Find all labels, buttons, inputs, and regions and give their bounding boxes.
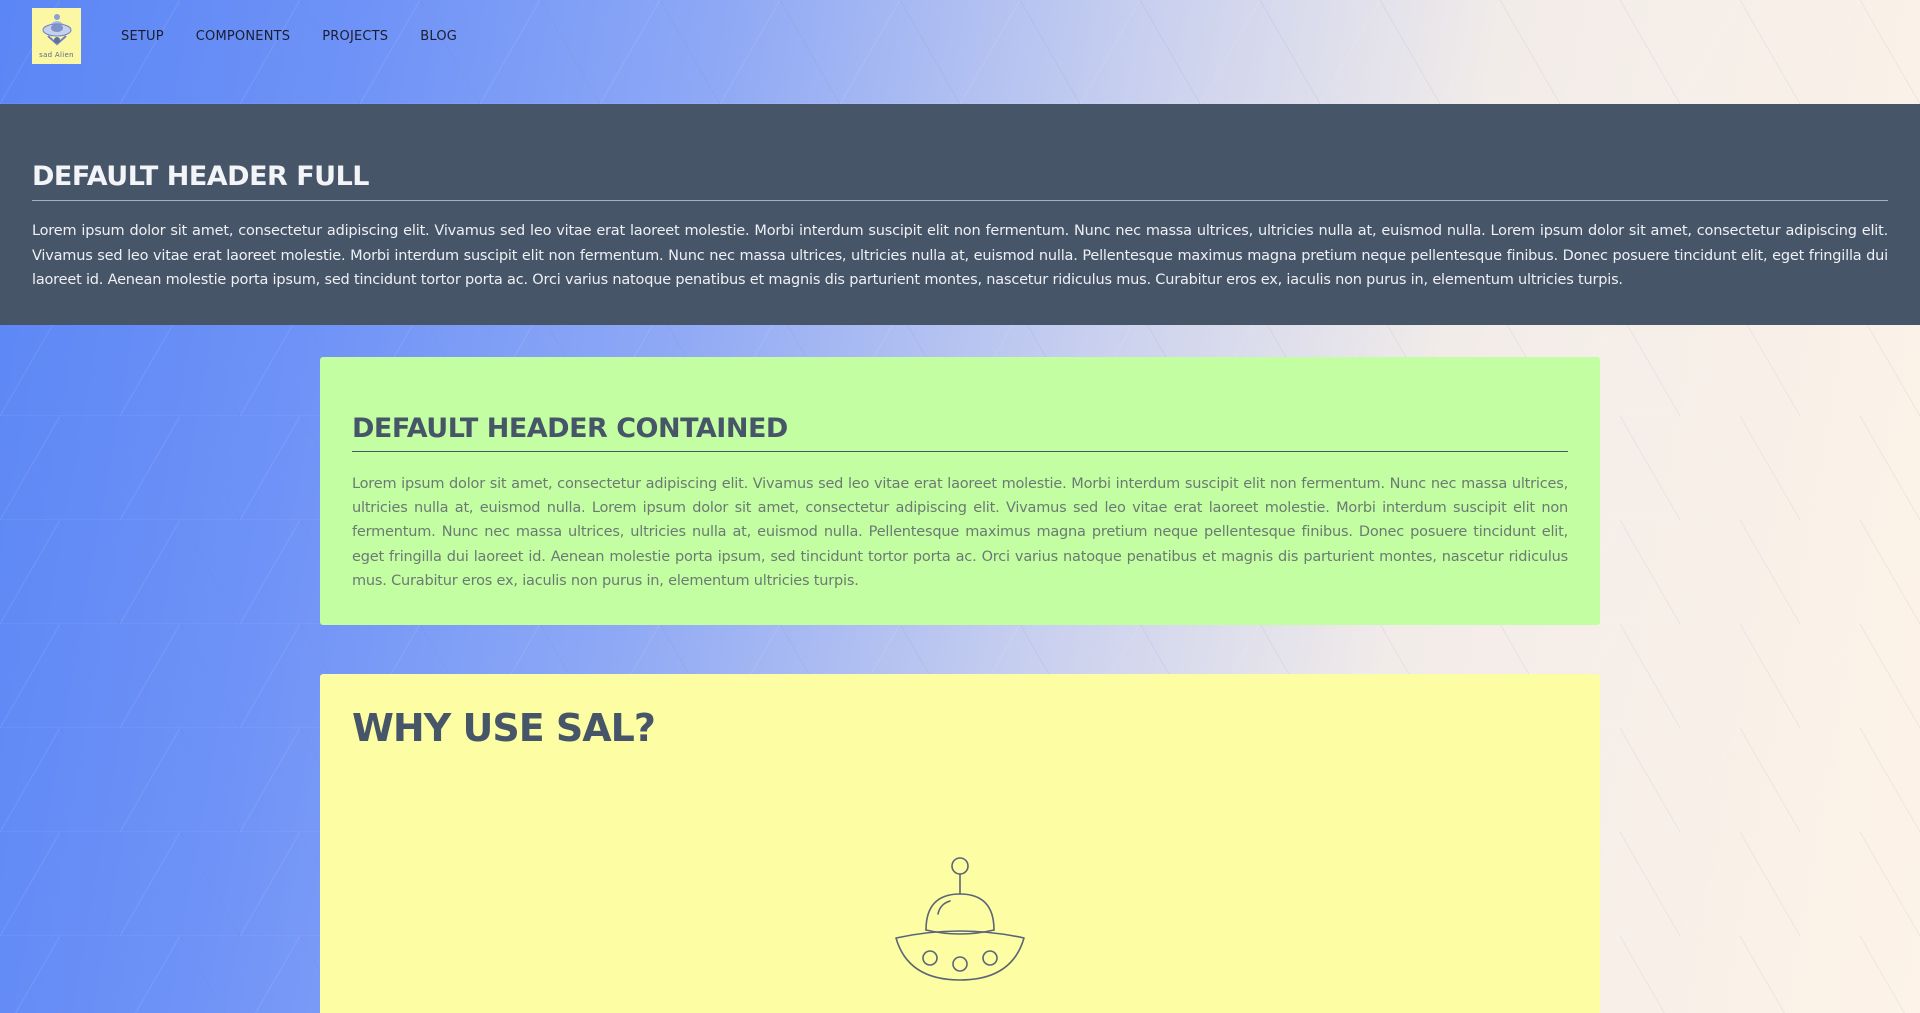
why-use-sal-card: WHY USE SAL?: [320, 674, 1600, 1013]
alien-logo-icon: [42, 14, 71, 46]
full-header-divider: [32, 200, 1888, 201]
logo[interactable]: sad Alien: [32, 8, 81, 64]
ufo-icon: [895, 857, 1025, 981]
default-header-full-section: DEFAULT HEADER FULL Lorem ipsum dolor si…: [0, 104, 1920, 325]
nav-links: SETUP COMPONENTS PROJECTS BLOG: [121, 28, 489, 46]
full-header-body: Lorem ipsum dolor sit amet, consectetur …: [32, 223, 1888, 288]
nav-link-blog[interactable]: BLOG: [420, 28, 457, 46]
why-title: WHY USE SAL?: [352, 706, 656, 750]
nav-link-components[interactable]: COMPONENTS: [196, 28, 290, 46]
default-header-contained-card: DEFAULT HEADER CONTAINED Lorem ipsum dol…: [320, 357, 1600, 625]
contained-header-title: DEFAULT HEADER CONTAINED: [352, 413, 788, 444]
full-header-title: DEFAULT HEADER FULL: [32, 161, 370, 192]
top-nav: sad Alien SETUP COMPONENTS PROJECTS BLOG: [0, 0, 1920, 104]
contained-header-divider: [352, 451, 1568, 452]
nav-link-projects[interactable]: PROJECTS: [322, 28, 388, 46]
contained-header-body: Lorem ipsum dolor sit amet, consectetur …: [352, 476, 1568, 589]
logo-text: sad Alien: [39, 51, 74, 59]
nav-link-setup[interactable]: SETUP: [121, 28, 164, 46]
